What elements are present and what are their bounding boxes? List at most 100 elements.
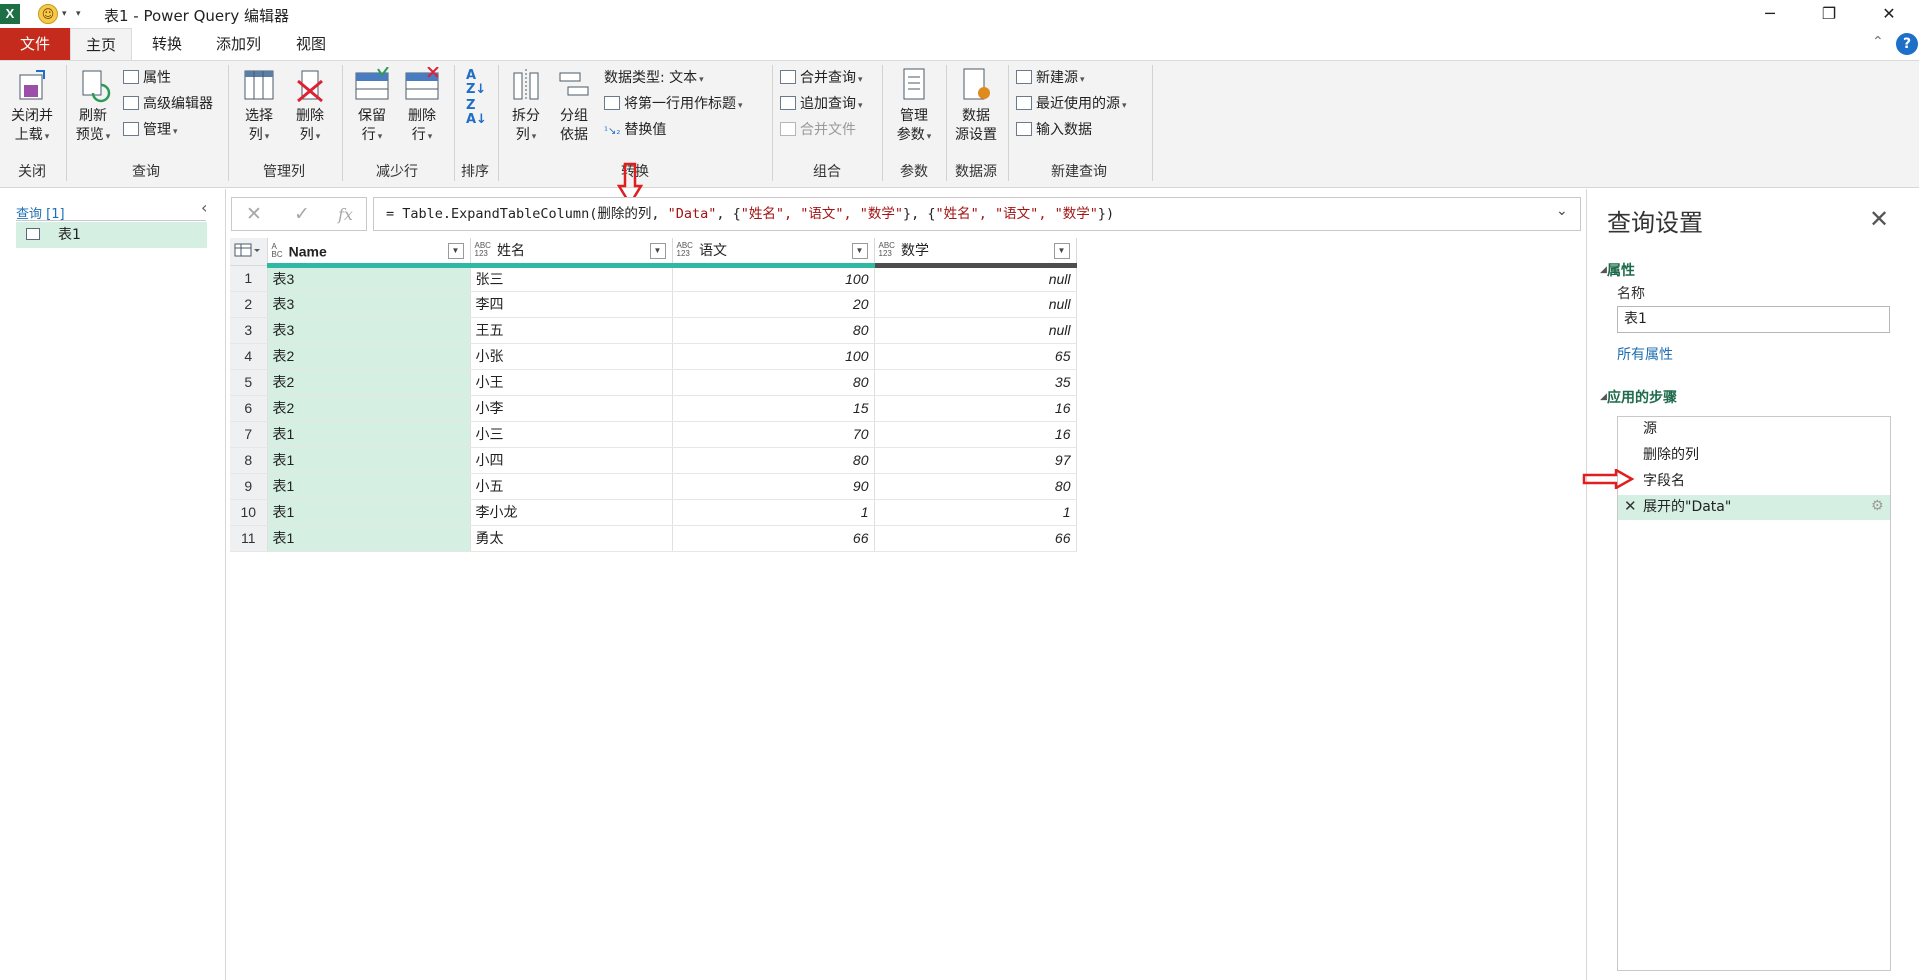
- cell-xingming[interactable]: 小四: [470, 447, 673, 474]
- cell-shuxue[interactable]: null: [874, 317, 1077, 344]
- row-number[interactable]: 10: [230, 499, 268, 526]
- cell-xingming[interactable]: 小三: [470, 421, 673, 448]
- group-by-button[interactable]: 分组 依据: [552, 67, 596, 145]
- replace-values-button[interactable]: ¹↘₂ 替换值: [604, 119, 666, 141]
- query-item[interactable]: 表1: [16, 222, 207, 248]
- cell-yuwen[interactable]: 70: [672, 421, 875, 448]
- cell-shuxue[interactable]: 97: [874, 447, 1077, 474]
- cell-name[interactable]: 表3: [267, 317, 471, 344]
- close-and-load-button[interactable]: 关闭并 上载 ▾: [4, 67, 60, 147]
- step-item[interactable]: 删除的列: [1618, 443, 1890, 468]
- remove-columns-button[interactable]: 删除 列 ▾: [286, 67, 334, 147]
- sort-descending-icon[interactable]: Z A↓: [466, 99, 487, 127]
- filter-dropdown-icon[interactable]: ▼: [447, 243, 464, 259]
- cell-xingming[interactable]: 李小龙: [470, 499, 673, 526]
- filter-dropdown-icon[interactable]: ▼: [1053, 243, 1070, 259]
- cell-name[interactable]: 表1: [267, 447, 471, 474]
- cell-name[interactable]: 表3: [267, 265, 471, 292]
- cell-xingming[interactable]: 李四: [470, 291, 673, 318]
- cell-xingming[interactable]: 小张: [470, 343, 673, 370]
- cell-yuwen[interactable]: 80: [672, 317, 875, 344]
- table-row[interactable]: 6 表2 小李 15 16: [230, 395, 1077, 422]
- data-type-dropdown[interactable]: 数据类型: 文本 ▾: [604, 67, 704, 89]
- table-row[interactable]: 10 表1 李小龙 1 1: [230, 499, 1077, 526]
- cell-xingming[interactable]: 王五: [470, 317, 673, 344]
- gear-icon[interactable]: ⚙: [1871, 498, 1884, 514]
- combine-files-button[interactable]: 合并文件: [780, 119, 856, 141]
- cell-yuwen[interactable]: 90: [672, 473, 875, 500]
- remove-rows-button[interactable]: 删除 行 ▾: [398, 66, 446, 147]
- cell-xingming[interactable]: 小五: [470, 473, 673, 500]
- step-item[interactable]: 字段名: [1618, 469, 1890, 494]
- close-settings-icon[interactable]: ✕: [1869, 205, 1889, 233]
- expand-formula-icon[interactable]: ⌄: [1556, 203, 1568, 219]
- delete-step-icon[interactable]: ✕: [1624, 497, 1637, 515]
- step-item[interactable]: 源: [1618, 417, 1890, 442]
- tab-file[interactable]: 文件: [0, 28, 70, 60]
- filter-dropdown-icon[interactable]: ▼: [851, 243, 868, 259]
- cell-name[interactable]: 表1: [267, 499, 471, 526]
- row-number[interactable]: 5: [230, 369, 268, 396]
- step-item-selected[interactable]: 展开的"Data": [1618, 495, 1890, 520]
- cell-shuxue[interactable]: null: [874, 291, 1077, 318]
- cell-yuwen[interactable]: 80: [672, 447, 875, 474]
- cell-xingming[interactable]: 小李: [470, 395, 673, 422]
- tab-view[interactable]: 视图: [282, 28, 340, 60]
- column-header-shuxue[interactable]: ABC 123 数学 ▼: [874, 238, 1077, 268]
- cell-shuxue[interactable]: 16: [874, 421, 1077, 448]
- cell-shuxue[interactable]: null: [874, 265, 1077, 292]
- cell-yuwen[interactable]: 1: [672, 499, 875, 526]
- properties-collapse-icon[interactable]: ◢: [1600, 265, 1607, 275]
- cell-shuxue[interactable]: 16: [874, 395, 1077, 422]
- tab-add-column[interactable]: 添加列: [202, 28, 275, 60]
- row-number[interactable]: 6: [230, 395, 268, 422]
- table-menu-corner[interactable]: [230, 238, 268, 266]
- close-window-button[interactable]: ✕: [1864, 0, 1914, 28]
- filter-dropdown-icon[interactable]: ▼: [649, 243, 666, 259]
- table-row[interactable]: 4 表2 小张 100 65: [230, 343, 1077, 370]
- smiley-dropdown-icon[interactable]: ▾: [62, 9, 67, 19]
- sort-ascending-icon[interactable]: A Z↓: [466, 69, 486, 97]
- query-name-input[interactable]: 表1: [1617, 306, 1890, 333]
- new-source-button[interactable]: 新建源 ▾: [1016, 67, 1085, 89]
- table-row[interactable]: 5 表2 小王 80 35: [230, 369, 1077, 396]
- row-number[interactable]: 1: [230, 265, 268, 292]
- tab-transform[interactable]: 转换: [138, 28, 196, 60]
- row-number[interactable]: 2: [230, 291, 268, 318]
- cell-shuxue[interactable]: 80: [874, 473, 1077, 500]
- row-number[interactable]: 11: [230, 525, 268, 552]
- cell-xingming[interactable]: 小王: [470, 369, 673, 396]
- cell-shuxue[interactable]: 65: [874, 343, 1077, 370]
- feedback-smiley-icon[interactable]: ☺: [38, 4, 58, 24]
- row-number[interactable]: 3: [230, 317, 268, 344]
- tab-home[interactable]: 主页: [70, 28, 132, 60]
- formula-input[interactable]: = Table.ExpandTableColumn(删除的列, "Data", …: [373, 197, 1581, 231]
- merge-queries-button[interactable]: 合并查询 ▾: [780, 67, 863, 89]
- all-properties-link[interactable]: 所有属性: [1617, 344, 1673, 364]
- column-header-xingming[interactable]: ABC 123 姓名 ▼: [470, 238, 673, 268]
- confirm-icon[interactable]: ✓: [294, 203, 310, 225]
- column-header-yuwen[interactable]: ABC 123 语文 ▼: [672, 238, 875, 268]
- column-header-name[interactable]: A BC Name ▼: [267, 238, 471, 268]
- cell-yuwen[interactable]: 66: [672, 525, 875, 552]
- recent-sources-button[interactable]: 最近使用的源 ▾: [1016, 93, 1127, 115]
- refresh-preview-button[interactable]: 刷新 预览 ▾: [70, 67, 116, 147]
- row-number[interactable]: 7: [230, 421, 268, 448]
- properties-button[interactable]: 属性: [123, 67, 171, 89]
- function-fx-icon[interactable]: fx: [338, 205, 353, 224]
- row-number[interactable]: 9: [230, 473, 268, 500]
- cell-yuwen[interactable]: 20: [672, 291, 875, 318]
- quick-access-customize-icon[interactable]: ▾: [76, 9, 81, 19]
- cell-yuwen[interactable]: 15: [672, 395, 875, 422]
- help-icon[interactable]: ?: [1896, 33, 1918, 55]
- choose-columns-button[interactable]: 选择 列 ▾: [234, 67, 284, 147]
- split-column-button[interactable]: 拆分 列 ▾: [504, 67, 548, 147]
- row-number[interactable]: 8: [230, 447, 268, 474]
- cancel-icon[interactable]: ✕: [246, 203, 262, 225]
- cell-yuwen[interactable]: 100: [672, 265, 875, 292]
- table-row[interactable]: 7 表1 小三 70 16: [230, 421, 1077, 448]
- table-row[interactable]: 9 表1 小五 90 80: [230, 473, 1077, 500]
- table-row[interactable]: 11 表1 勇太 66 66: [230, 525, 1077, 552]
- cell-name[interactable]: 表2: [267, 343, 471, 370]
- table-row[interactable]: 3 表3 王五 80 null: [230, 317, 1077, 344]
